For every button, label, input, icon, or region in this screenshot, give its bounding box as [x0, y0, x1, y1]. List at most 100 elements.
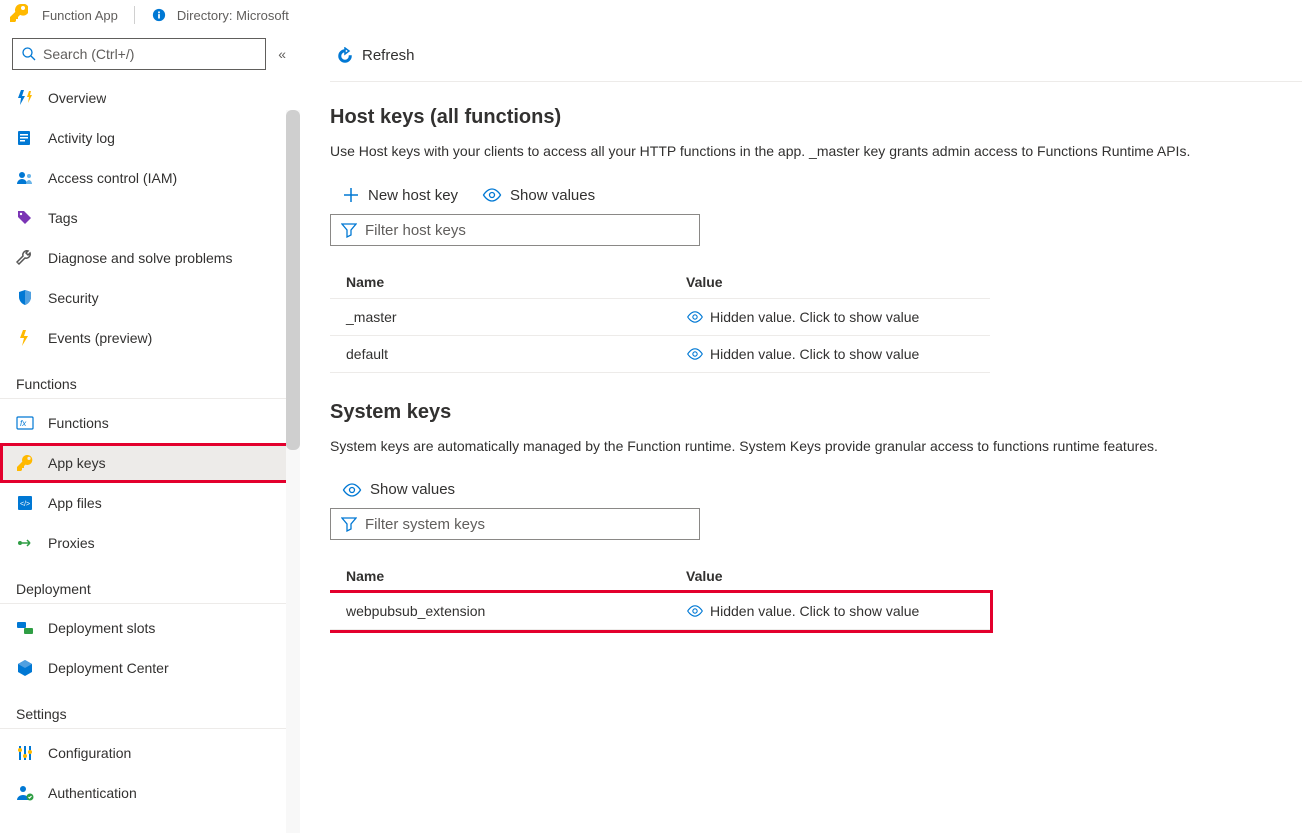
key-name: _master — [346, 309, 686, 325]
sidebar-item-label: Diagnose and solve problems — [48, 250, 232, 266]
sidebar-section-settings: Settings — [0, 688, 300, 729]
sidebar-item-label: Events (preview) — [48, 330, 152, 346]
log-icon — [16, 129, 34, 147]
eye-icon — [342, 483, 362, 497]
eye-icon[interactable] — [686, 605, 704, 617]
cube-icon — [16, 659, 34, 677]
col-name-header: Name — [346, 274, 686, 290]
sidebar-item-deployment-slots[interactable]: Deployment slots — [0, 608, 300, 648]
directory-label: Directory: Microsoft — [177, 8, 289, 23]
show-system-values-button[interactable]: Show values — [342, 481, 455, 498]
shield-icon — [16, 289, 34, 307]
key-icon — [16, 454, 34, 472]
slots-icon — [16, 619, 34, 637]
sidebar-section-functions: Functions — [0, 358, 300, 399]
sidebar-item-activity-log[interactable]: Activity log — [0, 118, 300, 158]
scrollbar[interactable] — [286, 110, 300, 833]
sidebar-item-label: Access control (IAM) — [48, 170, 177, 186]
eye-icon[interactable] — [686, 311, 704, 323]
people-icon — [16, 169, 34, 187]
sidebar-item-label: Deployment Center — [48, 660, 169, 676]
key-name: default — [346, 346, 686, 362]
sidebar-item-label: App files — [48, 495, 102, 511]
sidebar-item-tags[interactable]: Tags — [0, 198, 300, 238]
fx-icon: fx — [16, 414, 34, 432]
sidebar-item-overview[interactable]: Overview — [0, 78, 300, 118]
host-keys-title: Host keys (all functions) — [330, 106, 1302, 129]
bolt-icon — [16, 329, 34, 347]
filter-system-keys[interactable] — [330, 508, 700, 540]
sidebar-item-label: Activity log — [48, 130, 115, 146]
sidebar-search-input[interactable] — [43, 46, 257, 62]
host-keys-description: Use Host keys with your clients to acces… — [330, 141, 1280, 162]
hidden-value-text: Hidden value. Click to show value — [710, 346, 919, 362]
key-name: webpubsub_extension — [346, 603, 686, 619]
person-auth-icon — [16, 784, 34, 802]
sidebar-item-app-keys[interactable]: App keys — [0, 443, 300, 483]
filter-icon — [341, 516, 357, 532]
sidebar-item-proxies[interactable]: Proxies — [0, 523, 300, 563]
filter-host-keys[interactable] — [330, 214, 700, 246]
refresh-label: Refresh — [362, 47, 415, 64]
filter-host-keys-input[interactable] — [365, 222, 689, 239]
refresh-button[interactable]: Refresh — [330, 43, 421, 69]
sidebar-item-functions[interactable]: fx Functions — [0, 403, 300, 443]
command-bar: Refresh — [330, 30, 1302, 82]
sidebar-item-diagnose[interactable]: Diagnose and solve problems — [0, 238, 300, 278]
eye-icon — [482, 188, 502, 202]
sidebar: « Overview Activity log Access control (… — [0, 30, 300, 833]
info-icon — [151, 7, 167, 23]
sidebar-item-access-control[interactable]: Access control (IAM) — [0, 158, 300, 198]
proxy-icon — [16, 534, 34, 552]
collapse-sidebar-button[interactable]: « — [274, 42, 290, 66]
eye-icon[interactable] — [686, 348, 704, 360]
sidebar-item-label: Overview — [48, 90, 106, 106]
resource-type-label: Function App — [42, 8, 118, 23]
resource-header: Function App Directory: Microsoft — [0, 0, 1302, 30]
sidebar-item-events[interactable]: Events (preview) — [0, 318, 300, 358]
table-row[interactable]: webpubsub_extension Hidden value. Click … — [330, 593, 990, 630]
sidebar-item-label: Configuration — [48, 745, 131, 761]
sidebar-item-label: Proxies — [48, 535, 95, 551]
sidebar-item-security[interactable]: Security — [0, 278, 300, 318]
show-values-label: Show values — [370, 481, 455, 498]
directory-label-text: Directory: — [177, 8, 233, 23]
hidden-value-text: Hidden value. Click to show value — [710, 309, 919, 325]
sidebar-item-label: Tags — [48, 210, 78, 226]
col-name-header: Name — [346, 568, 686, 584]
sidebar-item-label: Authentication — [48, 785, 137, 801]
svg-text:</>: </> — [20, 501, 30, 508]
wrench-icon — [16, 249, 34, 267]
directory-value: Microsoft — [236, 8, 289, 23]
show-host-values-button[interactable]: Show values — [482, 187, 595, 204]
filter-icon — [341, 222, 357, 238]
new-host-key-button[interactable]: New host key — [342, 186, 458, 204]
sidebar-nav[interactable]: Overview Activity log Access control (IA… — [0, 78, 300, 833]
sidebar-item-deployment-center[interactable]: Deployment Center — [0, 648, 300, 688]
refresh-icon — [336, 47, 354, 65]
sidebar-item-app-files[interactable]: </> App files — [0, 483, 300, 523]
sidebar-search[interactable] — [12, 38, 266, 70]
plus-icon — [342, 186, 360, 204]
sidebar-item-authentication[interactable]: Authentication — [0, 773, 300, 813]
sidebar-item-configuration[interactable]: Configuration — [0, 733, 300, 773]
filter-system-keys-input[interactable] — [365, 516, 689, 533]
files-icon: </> — [16, 494, 34, 512]
col-value-header: Value — [686, 568, 974, 584]
key-icon — [10, 4, 28, 26]
sidebar-item-label: App keys — [48, 455, 106, 471]
system-keys-description: System keys are automatically managed by… — [330, 436, 1280, 457]
host-keys-table: Name Value _master Hidden value. Click t… — [330, 266, 990, 373]
table-row[interactable]: _master Hidden value. Click to show valu… — [330, 299, 990, 336]
system-keys-title: System keys — [330, 401, 1302, 424]
search-icon — [21, 46, 37, 62]
show-values-label: Show values — [510, 187, 595, 204]
sidebar-item-label: Deployment slots — [48, 620, 155, 636]
divider — [134, 6, 135, 24]
table-row[interactable]: default Hidden value. Click to show valu… — [330, 336, 990, 373]
lightning-pair-icon — [16, 89, 34, 107]
system-keys-table: Name Value webpubsub_extension Hidden va… — [330, 560, 990, 630]
hidden-value-text: Hidden value. Click to show value — [710, 603, 919, 619]
sidebar-section-deployment: Deployment — [0, 563, 300, 604]
svg-text:fx: fx — [20, 419, 27, 428]
